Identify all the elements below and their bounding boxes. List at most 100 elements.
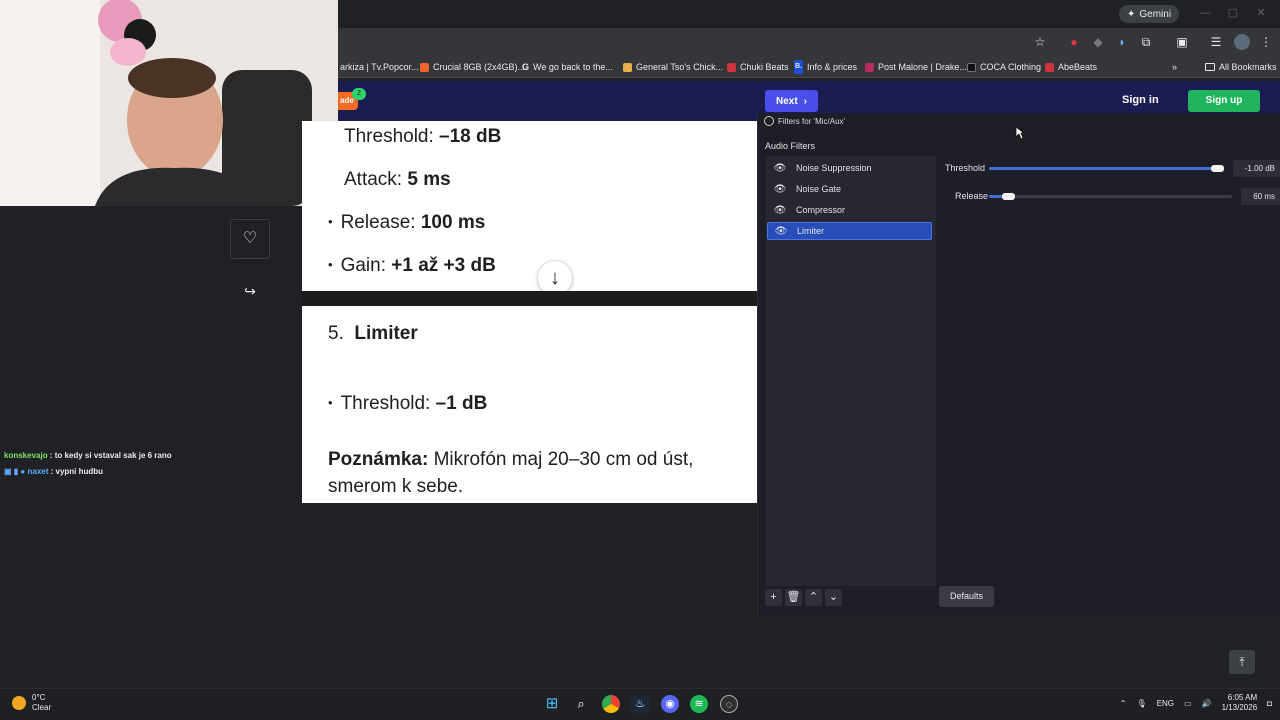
eye-icon[interactable]: 👁	[770, 163, 790, 174]
gemini-button[interactable]: ✦ Gemini	[1119, 5, 1180, 23]
bookmark-item[interactable]: B. Info & prices	[794, 60, 857, 74]
threshold-slider-thumb[interactable]	[1211, 165, 1224, 172]
spotify-icon[interactable]: ≋	[690, 695, 708, 713]
microphone-icon[interactable]: 🎙	[1137, 699, 1147, 708]
more-bookmarks-chevron-icon[interactable]: »	[1172, 60, 1177, 74]
bookmark-item[interactable]: arkiza | Tv.Popcor...	[340, 60, 419, 74]
minimize-button[interactable]: —	[1198, 6, 1212, 20]
share-button[interactable]: ↪	[241, 282, 259, 300]
bookmark-item[interactable]: AbeBeats	[1045, 60, 1097, 74]
eye-icon[interactable]: 👁	[771, 226, 791, 237]
bookmark-item[interactable]: COCA Clothing	[967, 60, 1041, 74]
clock[interactable]: 6:05 AM 1/13/2026	[1222, 693, 1258, 713]
filter-item-noise-gate[interactable]: 👁 Noise Gate	[767, 180, 932, 198]
windows-start-icon[interactable]: ⊞	[543, 695, 561, 713]
bookmark-label: AbeBeats	[1058, 62, 1098, 72]
like-button[interactable]: ♡	[230, 219, 270, 259]
bookmark-favicon	[1045, 62, 1054, 72]
volume-icon[interactable]: 🔊	[1202, 699, 1212, 708]
window-title: Filters for 'Mic/Aux'	[764, 116, 845, 126]
system-tray: ⌃ 🎙 ENG ▭ 🔊 6:05 AM 1/13/2026 ◘	[1120, 693, 1272, 713]
bookmark-label: arkiza | Tv.Popcor...	[340, 62, 419, 72]
defaults-button[interactable]: Defaults	[939, 586, 994, 607]
chat-username[interactable]: naxet	[27, 467, 48, 476]
threshold-label: Threshold:	[340, 393, 436, 414]
show-hidden-icons-chevron-icon[interactable]: ⌃	[1120, 699, 1127, 708]
star-icon[interactable]: ☆	[1032, 34, 1048, 50]
scroll-to-top-button[interactable]: ⤒	[1229, 650, 1255, 674]
sign-up-button[interactable]: Sign up	[1188, 90, 1260, 112]
cast-icon[interactable]: ▣	[1174, 34, 1190, 50]
search-icon[interactable]: ⌕	[572, 695, 590, 713]
reading-list-icon[interactable]: ☰	[1208, 34, 1224, 50]
maximize-button[interactable]: ▢	[1226, 6, 1240, 20]
audio-filters-heading: Audio Filters	[765, 141, 816, 151]
threshold-line: Threshold: –18 dB	[344, 126, 501, 148]
clock-date: 1/13/2026	[1221, 703, 1258, 712]
move-up-button[interactable]: ⌃	[805, 589, 822, 606]
bookmark-favicon	[727, 62, 736, 72]
bookmark-favicon	[623, 62, 632, 72]
bookmark-item[interactable]: G We go back to the...	[522, 60, 613, 74]
plus-icon: +	[770, 591, 777, 603]
add-filter-button[interactable]: +	[765, 589, 782, 606]
menu-kebab-icon[interactable]: ⋮	[1258, 34, 1274, 50]
release-slider[interactable]	[989, 193, 1232, 200]
share-arrow-icon: ↪	[244, 283, 256, 299]
release-slider-thumb[interactable]	[1002, 193, 1015, 200]
gain-label: Gain:	[340, 255, 392, 276]
section-heading: Limiter	[354, 323, 418, 344]
all-bookmarks[interactable]: All Bookmarks	[1205, 60, 1277, 74]
notification-icon[interactable]: ◘	[1267, 699, 1272, 708]
release-label: Release:	[340, 212, 421, 233]
google-icon: G	[522, 62, 530, 72]
webcam-image	[0, 0, 338, 206]
network-icon[interactable]: ▭	[1184, 699, 1192, 708]
gain-value: +1 až +3 dB	[391, 255, 496, 276]
release-value-field[interactable]: 60 ms	[1241, 188, 1280, 205]
eye-icon[interactable]: 👁	[770, 184, 790, 195]
obs-icon[interactable]: ◌	[720, 695, 738, 713]
extension-2-icon[interactable]: ◆	[1090, 34, 1106, 50]
bookmark-item[interactable]: Post Malone | Drake...	[865, 60, 967, 74]
bookmark-favicon	[967, 62, 976, 72]
threshold-slider[interactable]	[989, 165, 1224, 172]
discord-icon[interactable]: ◉	[661, 695, 679, 713]
next-button[interactable]: Next ›	[765, 90, 818, 112]
note-label: Poznámka:	[328, 449, 429, 470]
threshold-value-field[interactable]: -1.00 dB	[1233, 160, 1280, 177]
filter-properties: Threshold -1.00 dB Release 60 ms	[936, 156, 1280, 586]
weather-temperature: 0°C	[32, 693, 46, 702]
move-down-button[interactable]: ⌄	[825, 589, 842, 606]
chat-message: konskevajo : to kedy si vstaval sak je 6…	[4, 451, 172, 460]
bookmark-item[interactable]: Chuki Beats	[727, 60, 789, 74]
filter-item-compressor[interactable]: 👁 Compressor	[767, 201, 932, 219]
filter-item-noise-suppression[interactable]: 👁 Noise Suppression	[767, 159, 932, 177]
bookmark-item[interactable]: General Tso's Chick...	[623, 60, 723, 74]
eye-icon[interactable]: 👁	[770, 205, 790, 216]
attack-value: 5 ms	[407, 169, 451, 190]
weather-widget[interactable]: 0°C Clear	[12, 693, 51, 713]
note-line-2: smerom k sebe.	[328, 476, 463, 498]
chrome-icon[interactable]	[602, 695, 620, 713]
bookmark-favicon	[420, 62, 429, 72]
next-label: Next	[775, 95, 798, 107]
bookmark-item[interactable]: Crucial 8GB (2x4GB)...	[420, 60, 525, 74]
bookmark-label: Chuki Beats	[740, 62, 789, 72]
taskbar: 0°C Clear ⊞ ⌕ ♨ ◉ ≋ ◌ ⌃ 🎙 ENG ▭ 🔊 6:05 A…	[0, 688, 1280, 720]
note-text: Mikrofón maj 20–30 cm od úst,	[428, 449, 694, 470]
audio-extension-icon[interactable]: ◗	[1114, 34, 1130, 50]
puzzle-icon[interactable]: ⧉	[1138, 34, 1154, 50]
bookmark-label: Post Malone | Drake...	[878, 62, 967, 72]
remove-filter-button[interactable]: 🗑	[785, 589, 802, 606]
language-indicator[interactable]: ENG	[1157, 699, 1174, 708]
chat-username[interactable]: konskevajo	[4, 451, 48, 460]
steam-icon[interactable]: ♨	[631, 695, 649, 713]
threshold-label: Threshold:	[344, 126, 440, 147]
profile-avatar[interactable]	[1234, 34, 1250, 50]
extension-icon[interactable]: ●	[1066, 34, 1082, 50]
close-button[interactable]: ✕	[1254, 6, 1268, 20]
sign-in-link[interactable]: Sign in	[1122, 94, 1159, 106]
threshold-label: Threshold	[945, 163, 986, 173]
filter-item-limiter[interactable]: 👁 Limiter	[767, 222, 932, 240]
